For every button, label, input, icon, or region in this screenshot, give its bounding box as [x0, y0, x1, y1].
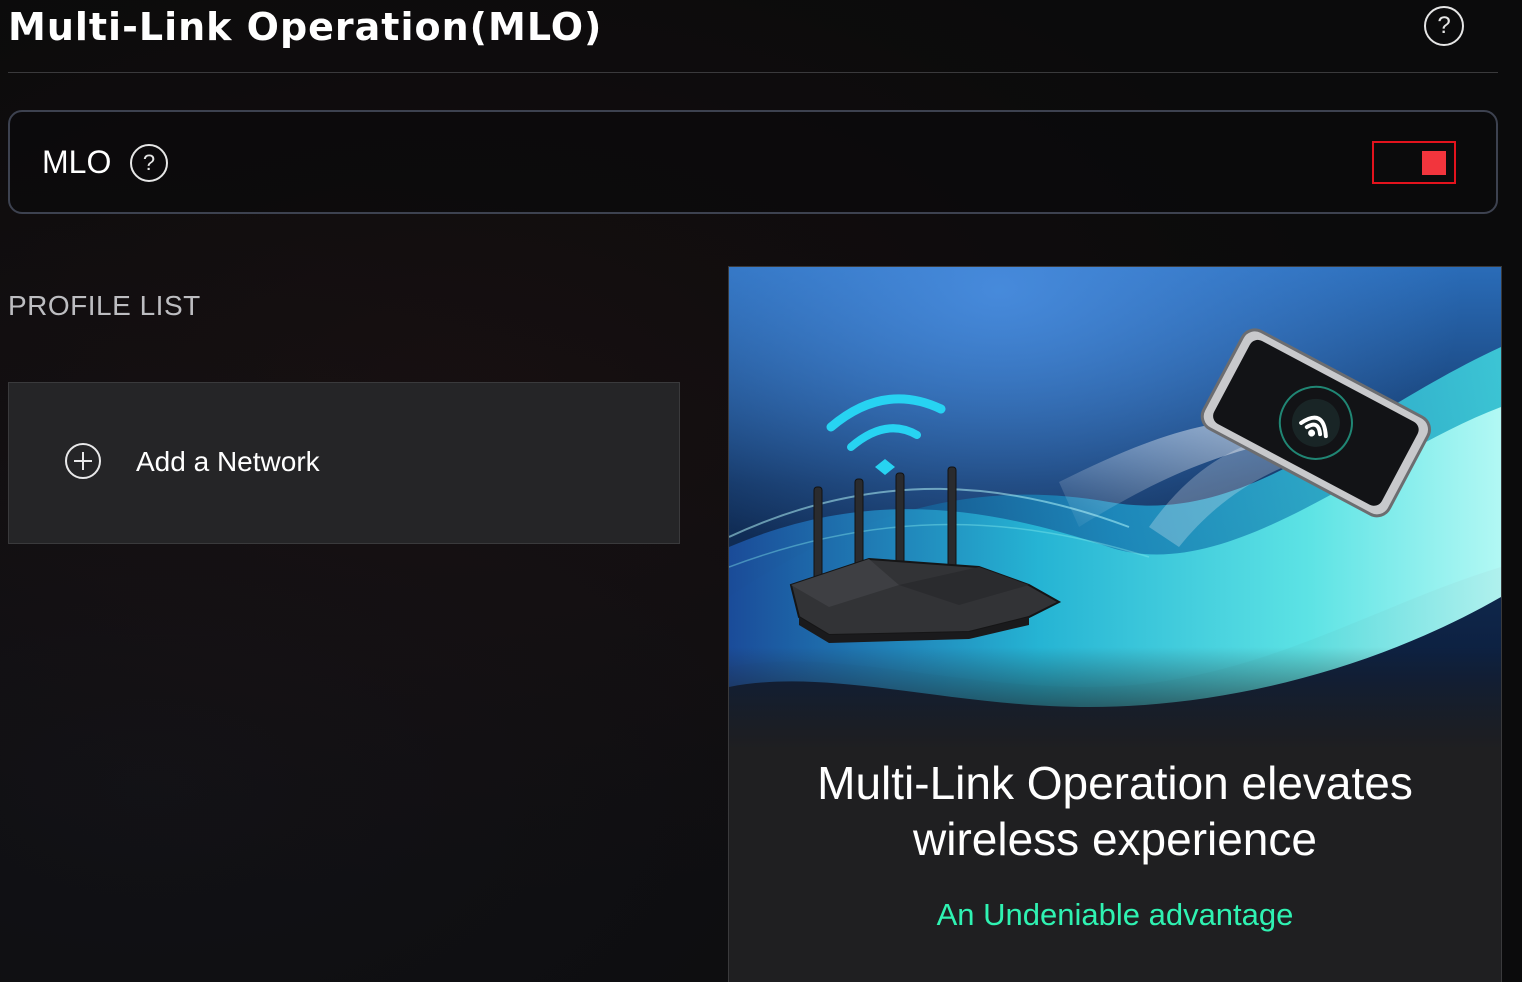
mlo-label: MLO [42, 144, 112, 180]
add-network-label: Add a Network [136, 446, 320, 477]
mlo-help-icon[interactable]: ? [130, 144, 168, 182]
add-network-button[interactable]: Add a Network [8, 382, 680, 544]
router-phone-illustration [729, 267, 1501, 749]
promo-subheading: An Undeniable advantage [936, 897, 1294, 932]
toggle-knob [1422, 151, 1446, 175]
mlo-promo-panel: Multi-Link Operation elevates wireless e… [728, 266, 1502, 982]
mlo-settings-page: Multi-Link Operation(MLO) ? MLO ? PROFIL… [0, 0, 1522, 982]
question-circle-icon[interactable]: ? [1424, 6, 1464, 46]
mlo-toggle-switch[interactable] [1372, 141, 1456, 184]
promo-heading: Multi-Link Operation elevates wireless e… [817, 757, 1413, 865]
mlo-setting-row: MLO ? [8, 110, 1498, 214]
profile-list-heading: PROFILE LIST [8, 290, 201, 321]
page-title: Multi-Link Operation(MLO) [8, 5, 603, 49]
plus-circle-icon [65, 443, 101, 479]
title-divider [8, 72, 1498, 73]
